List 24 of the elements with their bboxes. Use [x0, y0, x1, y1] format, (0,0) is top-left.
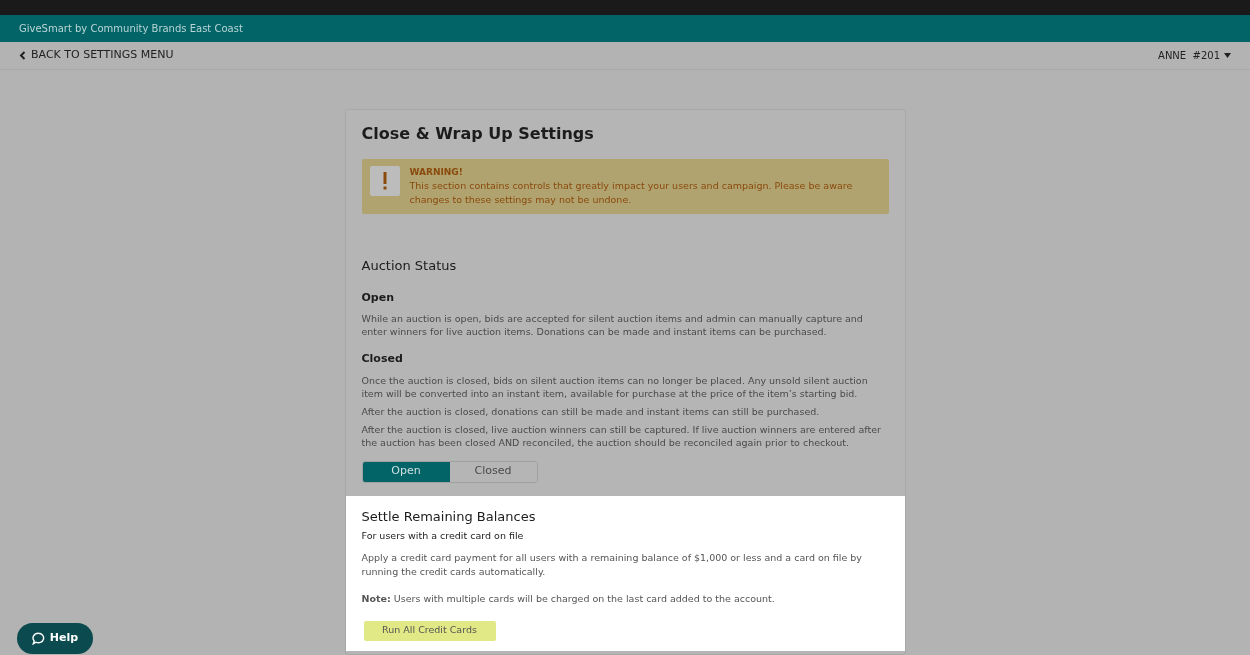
description-text: After the auction is closed, donations can still be made and instant items can still be purchased. [361, 404, 821, 418]
subsection-title: Open [361, 289, 396, 306]
chevron-left-icon [19, 51, 26, 60]
help-button[interactable]: Help [17, 623, 93, 654]
description-text: Once the auction is closed, bids on silent auction items can no longer be placed. Any unsold silent auction item will be converted into an instant item, available for purchase at the price of the item’s starting bid. [361, 373, 869, 400]
description-text: After the auction is closed, live auction winners can still be captured. If live auction winners are entered after the auction has been closed AND reconciled, the auction should be reconciled again prior to checkout. [361, 422, 882, 449]
description-text: While an auction is open, bids are accepted for silent auction items and admin can manually capture and enter winners for live auction items. Donations can be made and instant items can be purchased. [361, 312, 864, 338]
note-text: Note: Users with multiple cards will be charged on the last card added to the account. [361, 592, 775, 607]
user-menu[interactable]: ANNE #201 [1158, 48, 1231, 63]
app-title: GiveSmart by Community Brands East Coast [19, 22, 243, 36]
caret-down-icon [1224, 53, 1231, 58]
section-heading: Auction Status [361, 257, 458, 275]
run-all-credit-cards-button[interactable]: Run All Credit Cards [363, 620, 496, 641]
warning-title: WARNING! [409, 166, 464, 179]
back-link[interactable]: BACK TO SETTINGS MENU [19, 47, 174, 64]
page-title: Close & Wrap Up Settings [361, 123, 595, 145]
description-text: Apply a credit card payment for all users with a remaining balance of $1,000 or less and a card on file by running the credit cards automatically. [361, 551, 863, 580]
section-heading: Settle Remaining Balances [361, 507, 536, 526]
toggle-option[interactable]: Open [362, 461, 450, 482]
warning-message: This section contains controls that greatly impact your users and campaign. Please be aware changes to these settings may not be undone. [409, 179, 854, 207]
exclamation-icon [369, 166, 400, 196]
section-subtitle: For users with a credit card on file [361, 529, 524, 543]
chat-bubble-icon [31, 632, 45, 645]
subsection-title: Closed [361, 351, 404, 367]
